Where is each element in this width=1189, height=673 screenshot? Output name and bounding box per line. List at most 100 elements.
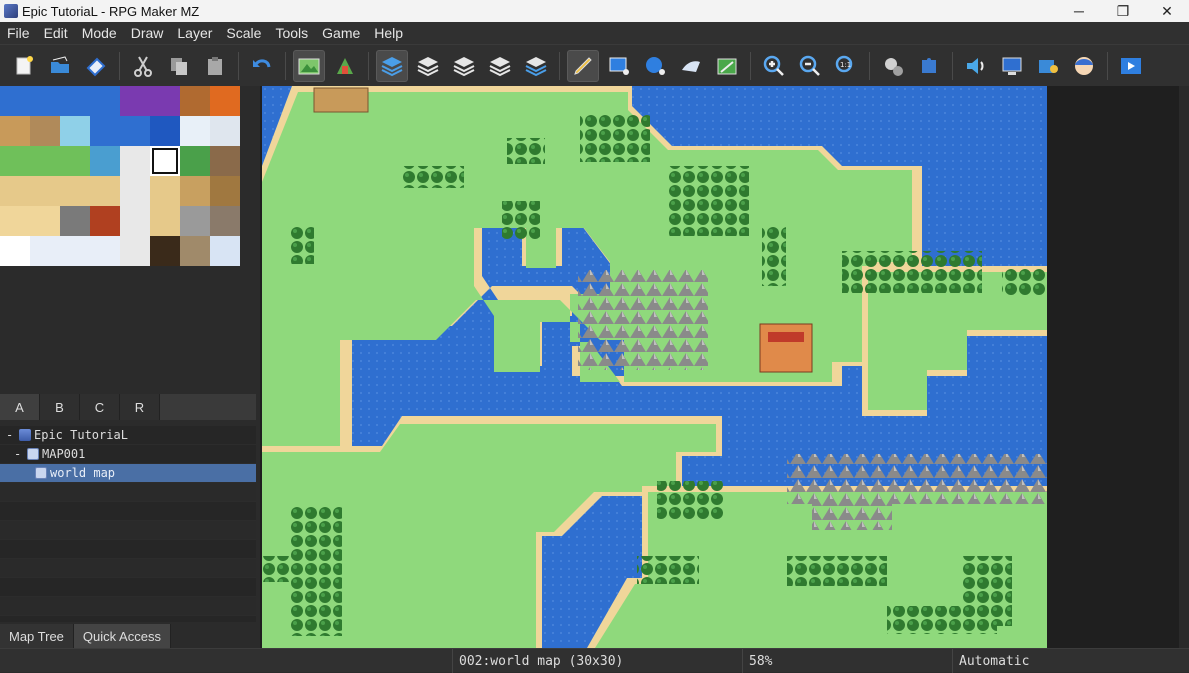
menu-draw[interactable]: Draw [124, 25, 171, 41]
shadow-pen-button[interactable] [711, 50, 743, 82]
tileset-tile[interactable] [210, 146, 240, 176]
map-canvas[interactable] [262, 86, 1047, 648]
tileset-tile[interactable] [90, 116, 120, 146]
copy-button[interactable] [163, 50, 195, 82]
tab-r[interactable]: R [120, 394, 160, 420]
menu-edit[interactable]: Edit [37, 25, 75, 41]
tree-item-map001[interactable]: - MAP001 [0, 445, 256, 464]
vertical-scrollbar[interactable] [1179, 86, 1189, 648]
tileset-tile[interactable] [90, 176, 120, 206]
tileset-tile[interactable] [0, 86, 30, 116]
tileset-tile[interactable] [0, 236, 30, 266]
tileset-tile[interactable] [120, 206, 150, 236]
tileset-tile[interactable] [0, 116, 30, 146]
resource-manager-button[interactable] [1032, 50, 1064, 82]
tileset-tile[interactable] [60, 236, 90, 266]
character-generator-button[interactable] [1068, 50, 1100, 82]
tileset-tile[interactable] [90, 236, 120, 266]
menu-file[interactable]: File [0, 25, 37, 41]
layer-3-button[interactable] [484, 50, 516, 82]
tileset-tile[interactable] [150, 236, 180, 266]
tileset-tile[interactable] [150, 86, 180, 116]
tileset-tile[interactable] [210, 86, 240, 116]
tileset-tile[interactable] [210, 116, 240, 146]
tileset-tile[interactable] [180, 236, 210, 266]
plugin-manager-button[interactable] [913, 50, 945, 82]
restore-button[interactable]: ❐ [1101, 0, 1145, 22]
fill-tool-button[interactable] [675, 50, 707, 82]
tileset-tile[interactable] [90, 206, 120, 236]
save-project-button[interactable] [80, 50, 112, 82]
layer-auto-button[interactable] [376, 49, 408, 82]
tileset-tile[interactable] [120, 176, 150, 206]
tileset-tile[interactable] [30, 206, 60, 236]
tileset-tile[interactable] [60, 86, 90, 116]
layer-1-button[interactable] [412, 50, 444, 82]
sound-test-button[interactable] [960, 50, 992, 82]
close-button[interactable]: ✕ [1145, 0, 1189, 22]
collapse-icon[interactable]: - [14, 447, 24, 461]
tree-item-project[interactable]: - Epic TutoriaL [0, 426, 256, 445]
tileset-tile[interactable] [150, 176, 180, 206]
layer-4-button[interactable] [520, 50, 552, 82]
tileset-tile[interactable] [30, 86, 60, 116]
tileset-tile[interactable] [0, 146, 30, 176]
tileset-tile[interactable] [180, 176, 210, 206]
tileset-tile[interactable] [210, 206, 240, 236]
tileset-tile[interactable] [120, 146, 150, 176]
tileset-tile[interactable] [30, 116, 60, 146]
tileset-tile[interactable] [180, 146, 210, 176]
layer-2-button[interactable] [448, 50, 480, 82]
tileset-tile[interactable] [180, 86, 210, 116]
menu-tools[interactable]: Tools [268, 25, 315, 41]
tab-quick-access[interactable]: Quick Access [73, 624, 171, 648]
tileset-tile[interactable] [0, 206, 30, 236]
zoom-out-button[interactable] [794, 50, 826, 82]
tileset-tile[interactable] [150, 206, 180, 236]
event-mode-button[interactable] [329, 50, 361, 82]
menu-layer[interactable]: Layer [170, 25, 219, 41]
zoom-actual-button[interactable]: 1:1 [830, 50, 862, 82]
ellipse-tool-button[interactable] [639, 50, 671, 82]
paste-button[interactable] [199, 50, 231, 82]
menu-game[interactable]: Game [315, 25, 367, 41]
tileset-tile[interactable] [60, 176, 90, 206]
minimize-button[interactable]: ─ [1057, 0, 1101, 22]
tileset-tile[interactable] [120, 86, 150, 116]
tileset-tile[interactable] [120, 116, 150, 146]
tileset-tile[interactable] [150, 146, 180, 176]
pencil-tool-button[interactable] [567, 49, 599, 82]
undo-button[interactable] [246, 50, 278, 82]
tileset-palette[interactable] [0, 86, 241, 266]
tileset-tile[interactable] [30, 146, 60, 176]
tileset-tile[interactable] [210, 176, 240, 206]
tileset-tile[interactable] [150, 116, 180, 146]
tileset-tile[interactable] [0, 176, 30, 206]
tileset-tile[interactable] [60, 116, 90, 146]
new-project-button[interactable] [8, 50, 40, 82]
database-button[interactable] [877, 50, 909, 82]
tab-b[interactable]: B [40, 394, 80, 420]
tileset-tile[interactable] [180, 206, 210, 236]
tileset-tile[interactable] [60, 146, 90, 176]
map-mode-button[interactable] [293, 49, 325, 82]
menu-help[interactable]: Help [367, 25, 410, 41]
tileset-tile[interactable] [90, 86, 120, 116]
tileset-tile[interactable] [30, 176, 60, 206]
zoom-in-button[interactable] [758, 50, 790, 82]
rectangle-tool-button[interactable] [603, 50, 635, 82]
tileset-tile[interactable] [90, 146, 120, 176]
tab-map-tree[interactable]: Map Tree [0, 624, 74, 648]
event-searcher-button[interactable] [996, 50, 1028, 82]
tileset-tile[interactable] [30, 236, 60, 266]
cut-button[interactable] [127, 50, 159, 82]
collapse-icon[interactable]: - [6, 428, 16, 442]
tileset-tile[interactable] [120, 236, 150, 266]
menu-mode[interactable]: Mode [75, 25, 124, 41]
tileset-tile[interactable] [180, 116, 210, 146]
open-project-button[interactable] [44, 50, 76, 82]
tileset-tile[interactable] [60, 206, 90, 236]
tree-item-world-map[interactable]: world map [0, 464, 256, 483]
tileset-tile[interactable] [210, 236, 240, 266]
tab-a[interactable]: A [0, 394, 40, 420]
